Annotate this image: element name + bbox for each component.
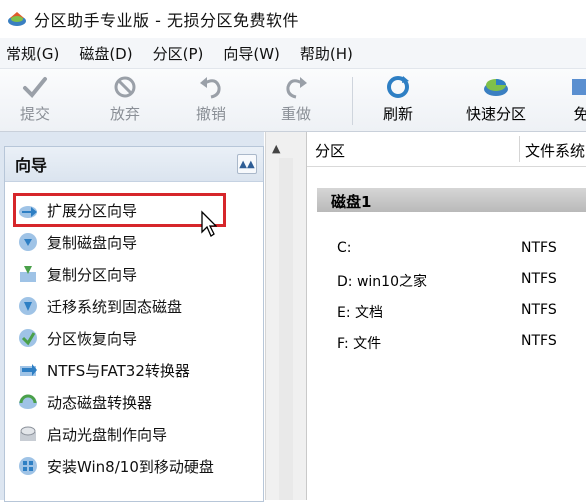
more-icon [572, 79, 586, 95]
partition-row[interactable]: D: win10之家 NTFS [307, 267, 586, 293]
column-header-partition[interactable]: 分区 [315, 140, 345, 161]
left-panel: 向导 ▲▲ 扩展分区向导 复制磁盘向导 复制分区向导 迁移系统到固态磁盘 分区恢… [0, 132, 264, 502]
wizard-title: 向导 [15, 156, 48, 175]
wizard-item-label: 动态磁盘转换器 [47, 393, 153, 412]
check-icon [23, 77, 47, 98]
wizard-item-label: 复制分区向导 [47, 265, 138, 284]
app-logo-icon [8, 12, 26, 26]
wizard-item-partition-recovery[interactable]: 分区恢复向导 [17, 324, 137, 352]
dynamic-disk-icon [19, 394, 37, 409]
partition-filesystem: NTFS [521, 271, 557, 287]
wizard-item-boot-cd[interactable]: 启动光盘制作向导 [17, 420, 167, 448]
column-header-filesystem[interactable]: 文件系统 [525, 140, 585, 161]
copy-partition-icon [20, 266, 36, 282]
wizard-item-label: 安装Win8/10到移动硬盘 [47, 457, 214, 476]
disk-header[interactable]: 磁盘1 [317, 188, 586, 212]
wizard-item-label: 复制磁盘向导 [47, 233, 138, 252]
wizard-item-ntfs-fat32[interactable]: NTFS与FAT32转换器 [17, 356, 190, 384]
quick-partition-button[interactable]: 快速分区 [466, 73, 526, 129]
wizard-item-label: NTFS与FAT32转换器 [47, 361, 190, 380]
boot-cd-icon [20, 426, 36, 441]
scroll-up-icon[interactable]: ▲ [272, 142, 280, 155]
menu-partition[interactable]: 分区(P) [147, 43, 214, 64]
highlight-box [13, 193, 226, 227]
refresh-label: 刷新 [383, 105, 414, 123]
quick-partition-icon [484, 79, 508, 96]
redo-label: 重做 [281, 105, 312, 123]
menu-help[interactable]: 帮助(H) [294, 43, 363, 64]
partition-name: E: 文档 [337, 305, 384, 321]
partition-filesystem: NTFS [521, 302, 557, 318]
submit-button[interactable]: 提交 [20, 73, 50, 129]
discard-label: 放弃 [110, 105, 141, 123]
wizard-item-label: 分区恢复向导 [47, 329, 138, 348]
wizard-item-label: 启动光盘制作向导 [47, 425, 168, 444]
mouse-cursor-icon [201, 210, 217, 237]
partition-list-header: 分区 文件系统 [307, 132, 586, 167]
quick-partition-label: 快速分区 [466, 105, 527, 123]
wizard-item-copy-disk[interactable]: 复制磁盘向导 [17, 228, 137, 256]
partition-name: C: [337, 240, 352, 256]
menu-wizard[interactable]: 向导(W) [217, 43, 290, 64]
wizard-item-migrate-os[interactable]: 迁移系统到固态磁盘 [17, 292, 182, 320]
wizard-item-copy-partition[interactable]: 复制分区向导 [17, 260, 137, 288]
wizard-item-label: 迁移系统到固态磁盘 [47, 297, 183, 316]
vertical-scrollbar[interactable]: ▲ [265, 132, 306, 500]
refresh-button[interactable]: 刷新 [383, 73, 413, 129]
menu-disk[interactable]: 磁盘(D) [73, 43, 142, 64]
redo-icon [286, 77, 307, 99]
submit-label: 提交 [20, 105, 51, 123]
discard-icon [114, 76, 136, 98]
column-divider[interactable] [519, 136, 520, 162]
ntfs-fat32-icon [20, 364, 37, 376]
toolbar-separator [352, 77, 353, 125]
more-button[interactable]: 免 [566, 73, 586, 129]
undo-button[interactable]: 撤销 [196, 73, 226, 129]
partition-recovery-icon [19, 329, 37, 347]
partition-filesystem: NTFS [521, 240, 557, 256]
menu-general[interactable]: 常规(G) [0, 43, 69, 64]
partition-row[interactable]: C: NTFS [307, 236, 586, 262]
menu-bar: 常规(G) 磁盘(D) 分区(P) 向导(W) 帮助(H) [0, 38, 586, 69]
window-title: 分区助手专业版 - 无损分区免费软件 [34, 11, 299, 30]
partition-row[interactable]: E: 文档 NTFS [307, 298, 586, 324]
undo-label: 撤销 [196, 105, 227, 123]
redo-button[interactable]: 重做 [281, 73, 311, 129]
undo-icon [200, 77, 221, 99]
refresh-icon [387, 76, 409, 98]
partition-name: F: 文件 [337, 336, 382, 352]
partition-row[interactable]: F: 文件 NTFS [307, 329, 586, 355]
install-windows-icon [19, 457, 37, 475]
collapse-up-icon[interactable]: ▲▲ [237, 154, 257, 174]
copy-disk-icon [19, 233, 37, 251]
partition-name: D: win10之家 [337, 274, 427, 290]
toolbar: 提交 放弃 撤销 重做 刷新 快速分区 免 [0, 69, 586, 132]
wizard-item-dynamic-disk[interactable]: 动态磁盘转换器 [17, 388, 152, 416]
wizard-header: 向导 ▲▲ [5, 147, 263, 182]
migrate-os-icon [19, 297, 37, 315]
disk-label: 磁盘1 [331, 193, 372, 211]
discard-button[interactable]: 放弃 [110, 73, 140, 129]
wizard-item-install-windows[interactable]: 安装Win8/10到移动硬盘 [17, 452, 214, 480]
more-label: 免 [573, 105, 586, 123]
title-bar: 分区助手专业版 - 无损分区免费软件 [0, 0, 586, 38]
partition-filesystem: NTFS [521, 333, 557, 349]
scrollbar-track[interactable] [279, 158, 293, 500]
partition-list-panel: 分区 文件系统 磁盘1 C: NTFS D: win10之家 NTFS E: 文… [306, 132, 586, 500]
